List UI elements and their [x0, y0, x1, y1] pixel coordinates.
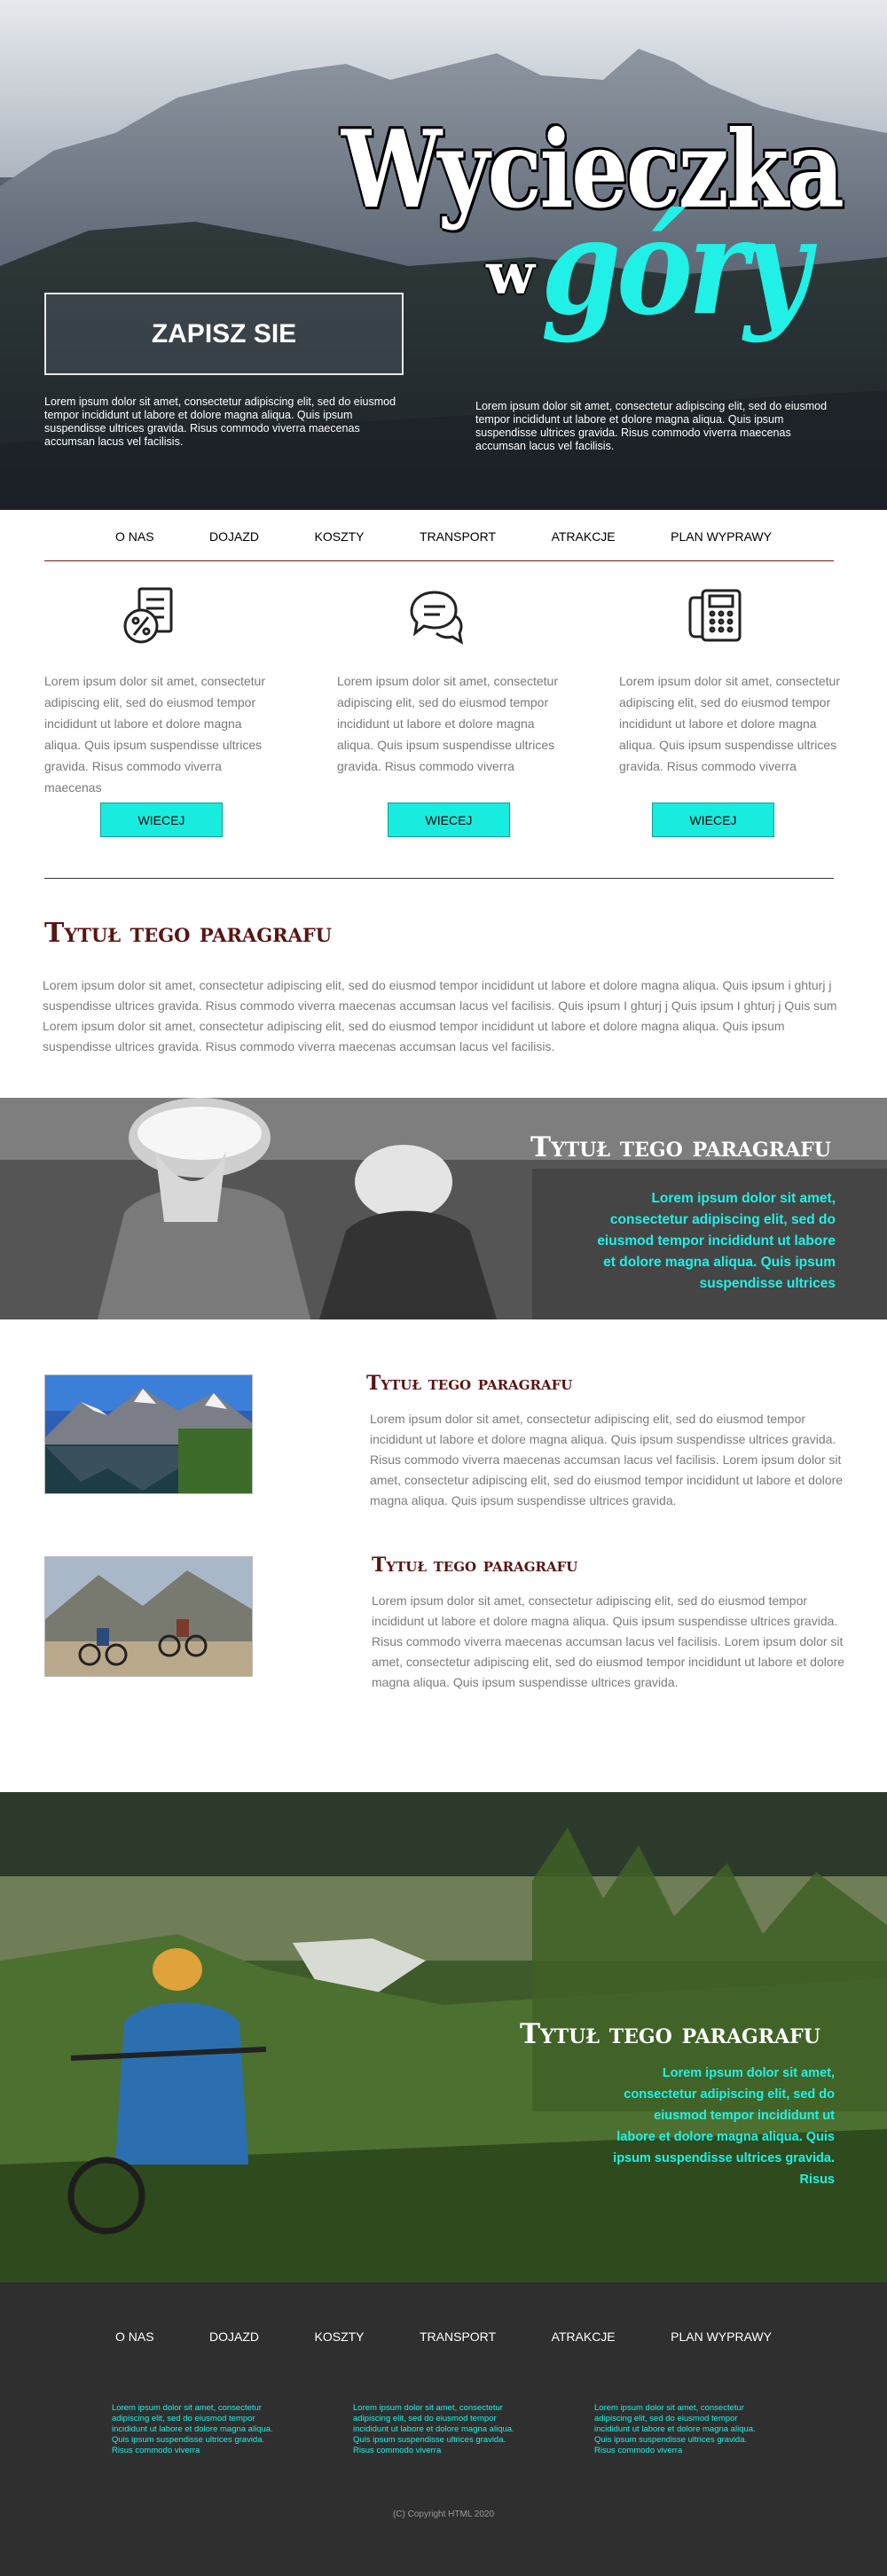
- footer-nav: O NAS DOJAZD KOSZTY TRANSPORT ATRAKCJE P…: [115, 2329, 772, 2344]
- main-nav: O NAS DOJAZD KOSZTY TRANSPORT ATRAKCJE P…: [115, 529, 772, 544]
- footer-nav-o-nas[interactable]: O NAS: [115, 2329, 154, 2344]
- footer: O NAS DOJAZD KOSZTY TRANSPORT ATRAKCJE P…: [0, 2282, 887, 2576]
- signup-button[interactable]: ZAPISZ SIE: [44, 293, 404, 375]
- service-text-3: Lorem ipsum dolor sit amet, consectetur …: [619, 674, 840, 773]
- banner2-text: Lorem ipsum dolor sit amet, consectetur …: [613, 2066, 835, 2187]
- more-button-2[interactable]: WIECEJ: [388, 803, 510, 837]
- footer-nav-transport[interactable]: TRANSPORT: [420, 2329, 496, 2344]
- article1-text: Lorem ipsum dolor sit amet, consectetur …: [370, 1412, 844, 1507]
- hero-left-text: Lorem ipsum dolor sit amet, consectetur …: [44, 395, 396, 448]
- footer-column-1: Lorem ipsum dolor sit amet, consectetur …: [112, 2403, 273, 2455]
- footer-nav-koszty[interactable]: KOSZTY: [315, 2329, 365, 2344]
- footer-nav-atrakcje[interactable]: ATRAKCJE: [552, 2329, 616, 2344]
- nav-item-plan-wyprawy[interactable]: PLAN WYPRAWY: [671, 529, 772, 544]
- banner1-title: Tytuł tego paragrafu: [530, 1131, 831, 1163]
- hero-right-text: Lorem ipsum dolor sit amet, consectetur …: [475, 400, 828, 452]
- cyclists-banner: Tytuł tego paragrafu Lorem ipsum dolor s…: [0, 1098, 887, 1319]
- phone-icon: [688, 589, 742, 642]
- article2-text: Lorem ipsum dolor sit amet, consectetur …: [372, 1593, 845, 1689]
- section-text: Lorem ipsum dolor sit amet, consectetur …: [43, 978, 837, 1053]
- service-text-2: Lorem ipsum dolor sit amet, consectetur …: [337, 674, 558, 773]
- article1-title: Tytuł tego paragrafu: [366, 1372, 573, 1395]
- hero-title-w: w: [486, 241, 536, 308]
- copyright: (C) Copyright HTML 2020: [392, 2509, 495, 2519]
- more-button-3[interactable]: WIECEJ: [652, 803, 774, 837]
- forest-banner: Tytuł tego paragrafu Lorem ipsum dolor s…: [0, 1792, 887, 2282]
- nav-item-dojazd[interactable]: DOJAZD: [209, 529, 259, 544]
- footer-column-2: Lorem ipsum dolor sit amet, consectetur …: [353, 2403, 514, 2455]
- service-text-1: Lorem ipsum dolor sit amet, consectetur …: [44, 674, 265, 795]
- footer-column-3: Lorem ipsum dolor sit amet, consectetur …: [594, 2403, 756, 2455]
- banner2-title: Tytuł tego paragrafu: [520, 2018, 820, 2050]
- section-title: Tytuł tego paragrafu: [44, 918, 333, 949]
- nav-item-o-nas[interactable]: O NAS: [115, 529, 154, 544]
- percent-document-icon: [123, 587, 173, 644]
- nav-divider: [44, 560, 834, 561]
- mountain-bikers-thumbnail: [44, 1556, 253, 1677]
- article2-title: Tytuł tego paragrafu: [372, 1554, 578, 1577]
- nav-item-atrakcje[interactable]: ATRAKCJE: [552, 529, 616, 544]
- hero: Wycieczka w góry ZAPISZ SIE Lorem ipsum …: [0, 0, 887, 510]
- footer-nav-dojazd[interactable]: DOJAZD: [209, 2329, 259, 2344]
- nav-item-koszty[interactable]: KOSZTY: [315, 529, 365, 544]
- chat-bubbles-icon: [410, 591, 464, 646]
- footer-nav-plan-wyprawy[interactable]: PLAN WYPRAWY: [671, 2329, 772, 2344]
- section-divider: [44, 878, 834, 879]
- hero-title-gory: góry: [541, 189, 811, 345]
- banner1-text: Lorem ipsum dolor sit amet, consectetur …: [597, 1191, 836, 1291]
- more-button-1[interactable]: WIECEJ: [100, 803, 223, 837]
- lake-thumbnail: [44, 1374, 253, 1494]
- nav-item-transport[interactable]: TRANSPORT: [420, 529, 496, 544]
